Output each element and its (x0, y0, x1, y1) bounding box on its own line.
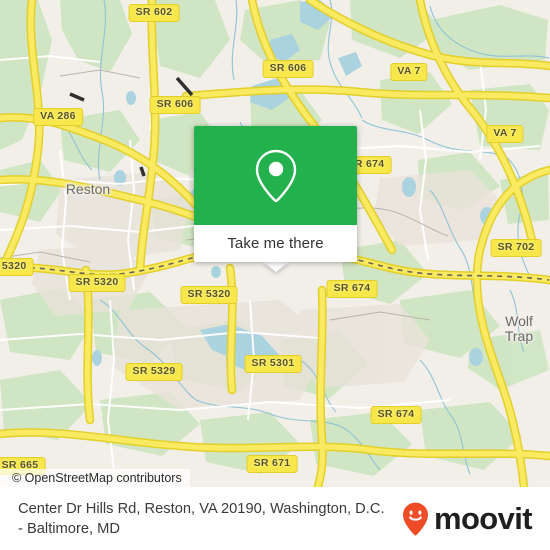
map-pin-icon (255, 149, 296, 202)
moovit-wordmark: moovit (433, 501, 533, 536)
road-shield[interactable]: SR 674 (326, 280, 378, 298)
osm-attribution[interactable]: © OpenStreetMap contributors (0, 469, 190, 487)
callout-header (194, 126, 357, 225)
moovit-logo[interactable]: moovit (402, 502, 536, 536)
map-canvas[interactable]: SR 602 SR 606 VA 7 SR 606 VA 286 VA 7 SR… (0, 0, 550, 487)
road-shield[interactable]: SR 5329 (125, 363, 183, 381)
address-label: Center Dr Hills Rd, Reston, VA 20190, Wa… (18, 500, 385, 537)
take-me-there-button[interactable]: Take me there (194, 225, 357, 262)
road-shield[interactable]: SR 702 (490, 239, 542, 257)
road-shield[interactable]: VA 7 (390, 63, 428, 81)
road-shield[interactable]: SR 602 (128, 4, 180, 22)
road-shield[interactable]: VA 7 (486, 125, 524, 143)
road-shield[interactable]: SR 5320 (0, 258, 34, 276)
road-shield[interactable]: SR 606 (262, 60, 314, 78)
moovit-pin-icon (402, 502, 428, 536)
location-callout-card[interactable]: Take me there (194, 126, 357, 262)
footer-bar: Center Dr Hills Rd, Reston, VA 20190, Wa… (0, 487, 550, 550)
road-shield[interactable]: SR 5320 (68, 274, 126, 292)
road-shield[interactable]: SR 5301 (244, 355, 302, 373)
place-label-line2: Trap (504, 328, 534, 344)
take-me-there-label: Take me there (227, 235, 324, 252)
road-shield[interactable]: SR 674 (370, 406, 422, 424)
road-shield[interactable]: SR 5320 (180, 286, 238, 304)
place-label-wolf-trap: Wolf Trap (505, 314, 533, 344)
road-shield[interactable]: VA 286 (33, 108, 83, 126)
moovit-map-page: SR 602 SR 606 VA 7 SR 606 VA 286 VA 7 SR… (0, 0, 550, 550)
road-shield[interactable]: SR 671 (246, 455, 298, 473)
place-label-line1: Wolf (505, 313, 533, 329)
place-label-reston: Reston (65, 181, 111, 197)
road-shield[interactable]: SR 606 (149, 96, 201, 114)
callout-tail (262, 262, 289, 272)
